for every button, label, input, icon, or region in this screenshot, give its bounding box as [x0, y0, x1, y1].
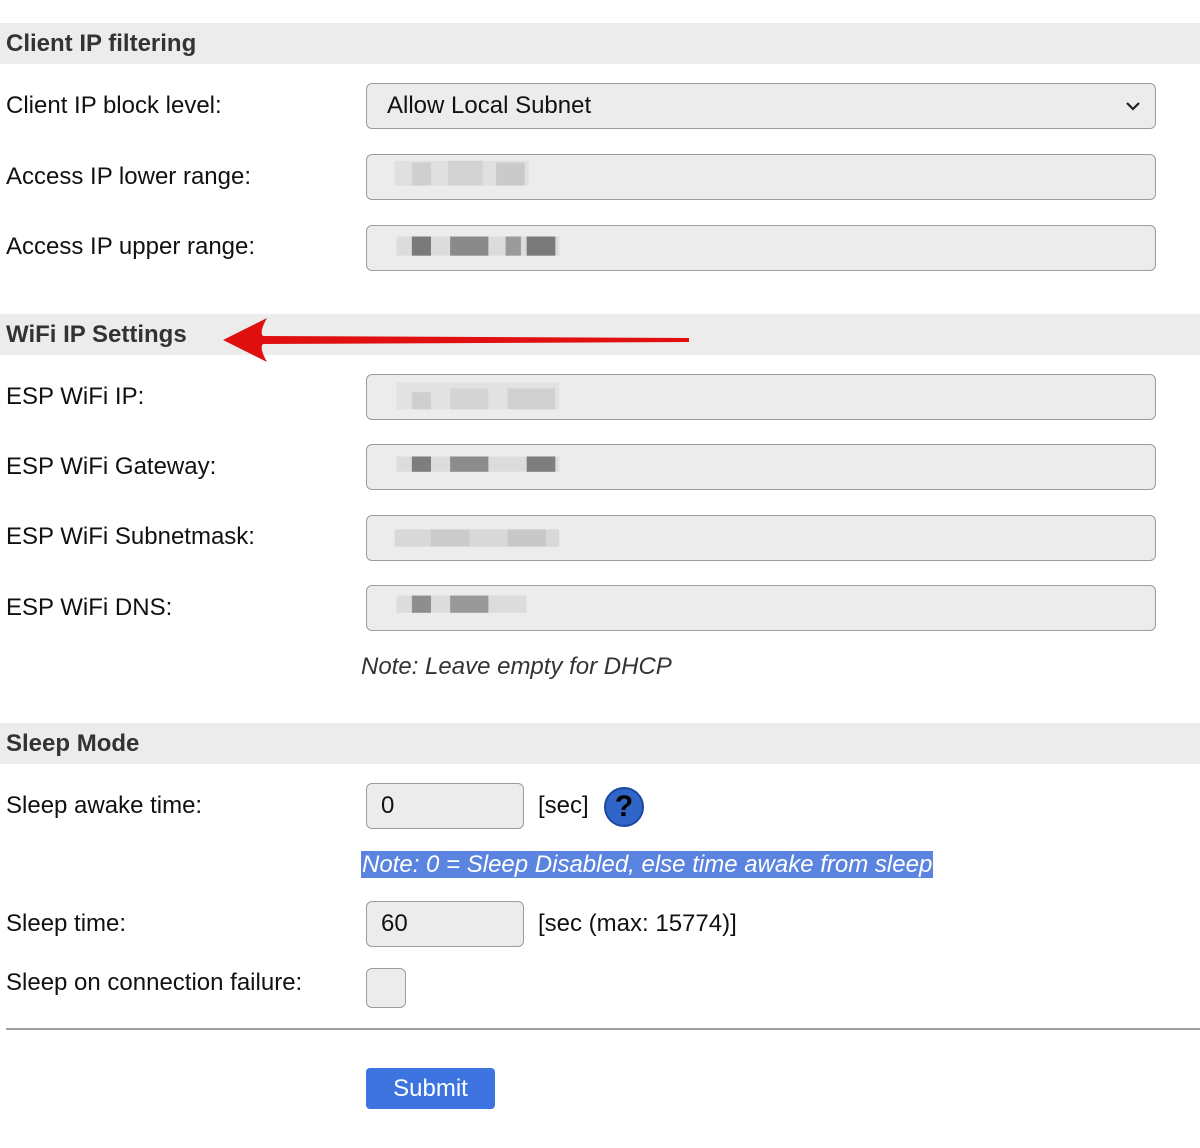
esp-wifi-ip-input[interactable]	[366, 374, 1156, 420]
sleep-awake-note: Note: 0 = Sleep Disabled, else time awak…	[361, 850, 934, 880]
sleep-time-unit: [sec (max: 15774)]	[538, 910, 737, 937]
client-ip-block-level-value: Allow Local Subnet	[387, 92, 592, 119]
blurred-ip-value	[396, 456, 560, 472]
access-ip-lower-range-label: Access IP lower range:	[6, 163, 252, 190]
blurred-ip-value	[394, 529, 560, 547]
sleep-time-input[interactable]	[366, 901, 524, 947]
esp-wifi-subnetmask-input[interactable]	[366, 515, 1156, 561]
section-header-sleep-mode: Sleep Mode	[0, 723, 1200, 764]
sleep-time-label: Sleep time:	[6, 910, 127, 937]
sleep-on-connection-failure-label: Sleep on connection failure:	[6, 969, 303, 996]
sleep-awake-note-text: Note: 0 = Sleep Disabled, else time awak…	[361, 851, 934, 878]
esp-wifi-ip-label: ESP WiFi IP:	[6, 383, 145, 410]
submit-button[interactable]: Submit	[366, 1068, 495, 1109]
sleep-on-connection-failure-checkbox[interactable]	[366, 968, 406, 1008]
access-ip-upper-range-label: Access IP upper range:	[6, 233, 256, 260]
access-ip-upper-range-input[interactable]	[366, 225, 1156, 271]
blurred-ip-value	[394, 160, 529, 186]
chevron-down-icon	[1126, 102, 1140, 111]
form-divider	[6, 1028, 1200, 1030]
red-arrow-icon	[223, 318, 689, 362]
client-ip-block-level-select[interactable]: Allow Local Subnet	[366, 83, 1156, 129]
blurred-ip-value	[396, 595, 527, 613]
client-ip-block-level-label: Client IP block level:	[6, 92, 222, 119]
sleep-awake-time-unit: [sec]	[538, 792, 589, 819]
esp-wifi-subnetmask-label: ESP WiFi Subnetmask:	[6, 523, 255, 550]
dhcp-note: Note: Leave empty for DHCP	[361, 653, 672, 680]
sleep-awake-time-label: Sleep awake time:	[6, 792, 203, 819]
section-header-client-ip-filtering: Client IP filtering	[0, 23, 1200, 64]
help-icon[interactable]: ?	[604, 787, 644, 827]
esp-wifi-gateway-label: ESP WiFi Gateway:	[6, 453, 217, 480]
esp-wifi-dns-input[interactable]	[366, 585, 1156, 631]
blurred-ip-value	[396, 236, 560, 256]
esp-wifi-gateway-input[interactable]	[366, 444, 1156, 490]
blurred-ip-value	[396, 382, 560, 410]
sleep-awake-time-input[interactable]	[366, 783, 524, 829]
esp-wifi-dns-label: ESP WiFi DNS:	[6, 594, 173, 621]
access-ip-lower-range-input[interactable]	[366, 154, 1156, 200]
